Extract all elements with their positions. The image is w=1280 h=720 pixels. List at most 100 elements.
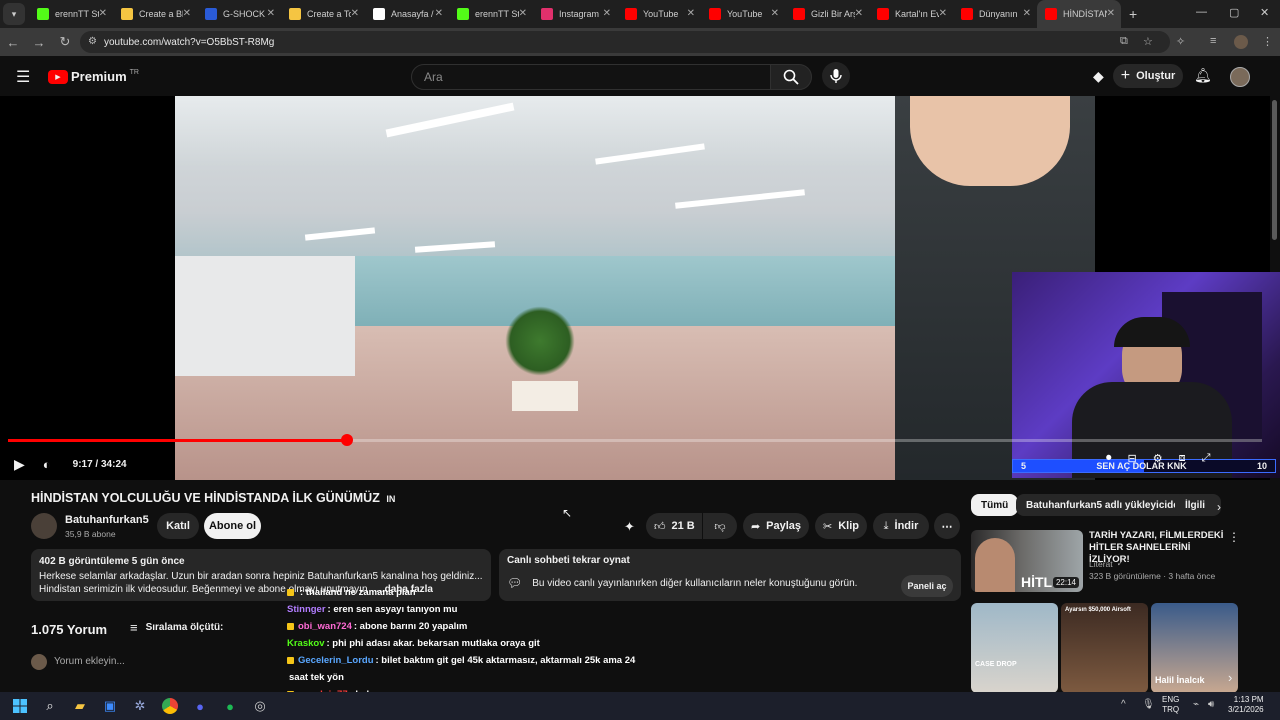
notifications-bell-icon[interactable]: 🔔︎ — [1194, 67, 1212, 84]
short-thumbnail-3[interactable]: Halil İnalcık — [1151, 603, 1238, 693]
close-tab-icon[interactable]: ✕ — [519, 8, 527, 19]
browser-tab[interactable]: YouTube ✕ — [701, 0, 785, 28]
volume-tray-icon[interactable]: 🔊︎ — [1208, 699, 1214, 710]
file-explorer-icon[interactable]: ▰ — [66, 692, 94, 720]
join-button[interactable]: Katıl — [157, 513, 199, 539]
bookmark-star-icon[interactable]: ☆ — [1143, 35, 1153, 48]
channel-avatar[interactable] — [31, 513, 57, 539]
chip-related[interactable]: İlgili — [1175, 494, 1221, 516]
language-indicator[interactable]: ENG TRQ — [1162, 695, 1179, 715]
close-tab-icon[interactable]: ✕ — [687, 8, 695, 19]
channel-name[interactable]: Batuhanfurkan5 — [65, 514, 149, 526]
short-thumbnail-1[interactable]: CASE DROP — [971, 603, 1058, 693]
browser-tab[interactable]: Create a Block✕ — [113, 0, 197, 28]
subtitles-icon[interactable]: ⊟ — [1128, 452, 1137, 465]
subscribe-button[interactable]: Abone ol — [204, 513, 261, 539]
close-tab-icon[interactable]: ✕ — [1107, 8, 1115, 19]
discord-icon[interactable]: ● — [186, 692, 214, 720]
back-icon[interactable]: ← — [0, 35, 26, 50]
dislike-button[interactable]: 👎︎ — [703, 513, 737, 539]
play-button-icon[interactable]: ▶ — [14, 456, 25, 473]
browser-tab[interactable]: G-SHOCK ✕ — [197, 0, 281, 28]
install-icon[interactable]: ⧉ — [1120, 35, 1128, 48]
video-player[interactable]: 5 SEN AÇ DOLAR KNK 10 ▶ ◐ 9:17 / 34:24 ⏺… — [0, 96, 1280, 480]
account-avatar[interactable] — [1230, 67, 1250, 87]
browser-tab[interactable]: Kartal'ın Evi ✕ — [869, 0, 953, 28]
like-button[interactable]: 👍︎ 21 B — [646, 513, 702, 539]
page-scrollbar[interactable] — [1272, 100, 1277, 240]
browser-tab[interactable]: Gizli Bir Arşiv✕ — [785, 0, 869, 28]
browser-tab[interactable]: Anasayfa / X✕ — [365, 0, 449, 28]
browser-tab[interactable]: Dünyanın ✕ — [953, 0, 1037, 28]
browser-tab[interactable]: Create a Topic✕ — [281, 0, 365, 28]
minimize-icon[interactable]: — — [1196, 6, 1207, 18]
search-input[interactable]: Ara — [411, 64, 771, 90]
miniplayer-icon[interactable]: ⧈ — [1179, 452, 1186, 465]
create-button[interactable]: + Oluştur — [1113, 64, 1183, 88]
youtube-logo[interactable]: ▶ Premium TR — [48, 69, 139, 84]
taskbar-search-icon[interactable]: ⌕ — [36, 692, 64, 720]
chip-uploader[interactable]: Batuhanfurkan5 adlı yükleyiciden — [1016, 494, 1195, 516]
close-tab-icon[interactable]: ✕ — [939, 8, 947, 19]
close-tab-icon[interactable]: ✕ — [855, 8, 863, 19]
reload-icon[interactable]: ↻ — [52, 34, 78, 50]
settings-gear-icon[interactable]: ⚙ — [1153, 452, 1163, 465]
sort-comments-button[interactable]: ≡ Sıralama ölçütü: — [130, 620, 223, 635]
fullscreen-icon[interactable]: ⤢ — [1202, 452, 1211, 465]
rec-channel[interactable]: Literat — [1089, 559, 1113, 569]
browser-menu-icon[interactable]: ⋮ — [1262, 35, 1273, 48]
chip-all[interactable]: Tümü — [971, 494, 1019, 516]
new-tab-button[interactable]: + — [1129, 6, 1137, 22]
forward-icon[interactable]: → — [26, 35, 52, 50]
chrome-icon[interactable] — [156, 692, 184, 720]
browser-tab[interactable]: Instagram ✕ — [533, 0, 617, 28]
close-tab-icon[interactable]: ✕ — [267, 8, 275, 19]
close-tab-icon[interactable]: ✕ — [771, 8, 779, 19]
close-window-icon[interactable]: ✕ — [1260, 6, 1269, 19]
more-actions-button[interactable]: ⋯ — [934, 513, 960, 539]
url-field[interactable]: ⚙ youtube.com/watch?v=O5BbST-R8Mg — [80, 31, 1170, 53]
volume-icon[interactable]: ◐ — [43, 457, 51, 472]
chip-next-arrow-icon[interactable]: › — [1217, 500, 1221, 514]
spotify-icon[interactable]: ● — [216, 692, 244, 720]
close-tab-icon[interactable]: ✕ — [99, 8, 107, 19]
browser-tab[interactable]: erennTT Studio✕ — [29, 0, 113, 28]
rec-thumbnail[interactable]: HİTL 22:14 — [971, 530, 1083, 592]
browser-tab[interactable]: HİNDİSTAN ✕ — [1037, 0, 1121, 28]
voice-search-button[interactable] — [822, 62, 850, 90]
shorts-next-arrow-icon[interactable]: › — [1228, 670, 1232, 685]
media-icon[interactable]: ≡ — [1210, 35, 1216, 47]
close-tab-icon[interactable]: ✕ — [603, 8, 611, 19]
maximize-icon[interactable]: ▢ — [1229, 6, 1239, 19]
tray-mic-icon[interactable]: 🎙︎ — [1142, 699, 1155, 710]
browser-tab[interactable]: YouTube ✕ — [617, 0, 701, 28]
add-comment-input[interactable]: Yorum ekleyin... — [54, 656, 125, 667]
clip-button[interactable]: ✂ Klip — [815, 513, 867, 539]
hamburger-menu-icon[interactable]: ☰ — [16, 67, 30, 87]
windows-start-icon[interactable] — [6, 692, 34, 720]
video-frame[interactable] — [175, 96, 1095, 480]
download-button[interactable]: ⤓ İndir — [873, 513, 929, 539]
seek-handle[interactable] — [340, 434, 353, 446]
site-info-icon[interactable]: ⚙ — [88, 36, 97, 47]
close-tab-icon[interactable]: ✕ — [435, 8, 443, 19]
profile-avatar[interactable] — [1234, 35, 1248, 49]
store-icon[interactable]: ▣ — [96, 692, 124, 720]
autoplay-toggle-icon[interactable]: ⏺ — [1106, 452, 1112, 465]
share-button[interactable]: ➦ Paylaş — [743, 513, 809, 539]
app-icon[interactable]: ✲ — [126, 692, 154, 720]
clock[interactable]: 1:13 PM 3/21/2026 — [1228, 695, 1264, 715]
tray-expand-icon[interactable]: ^ — [1121, 699, 1126, 710]
network-icon[interactable]: ⌁ — [1193, 699, 1199, 710]
browser-tab[interactable]: erennTT Studio✕ — [449, 0, 533, 28]
seek-bar[interactable] — [8, 434, 1262, 446]
search-button[interactable] — [770, 64, 812, 90]
premium-jewel-icon[interactable]: ✦ — [624, 519, 635, 535]
close-tab-icon[interactable]: ✕ — [183, 8, 191, 19]
close-tab-icon[interactable]: ✕ — [351, 8, 359, 19]
short-thumbnail-2[interactable]: Ayarsın $50,000 Airsoft — [1061, 603, 1148, 693]
rec-menu-icon[interactable]: ⋮ — [1228, 530, 1240, 544]
steam-icon[interactable]: ◎ — [246, 692, 274, 720]
tab-search-icon[interactable]: ▾ — [3, 3, 25, 25]
open-chat-panel-button[interactable]: Paneli aç — [901, 575, 953, 597]
